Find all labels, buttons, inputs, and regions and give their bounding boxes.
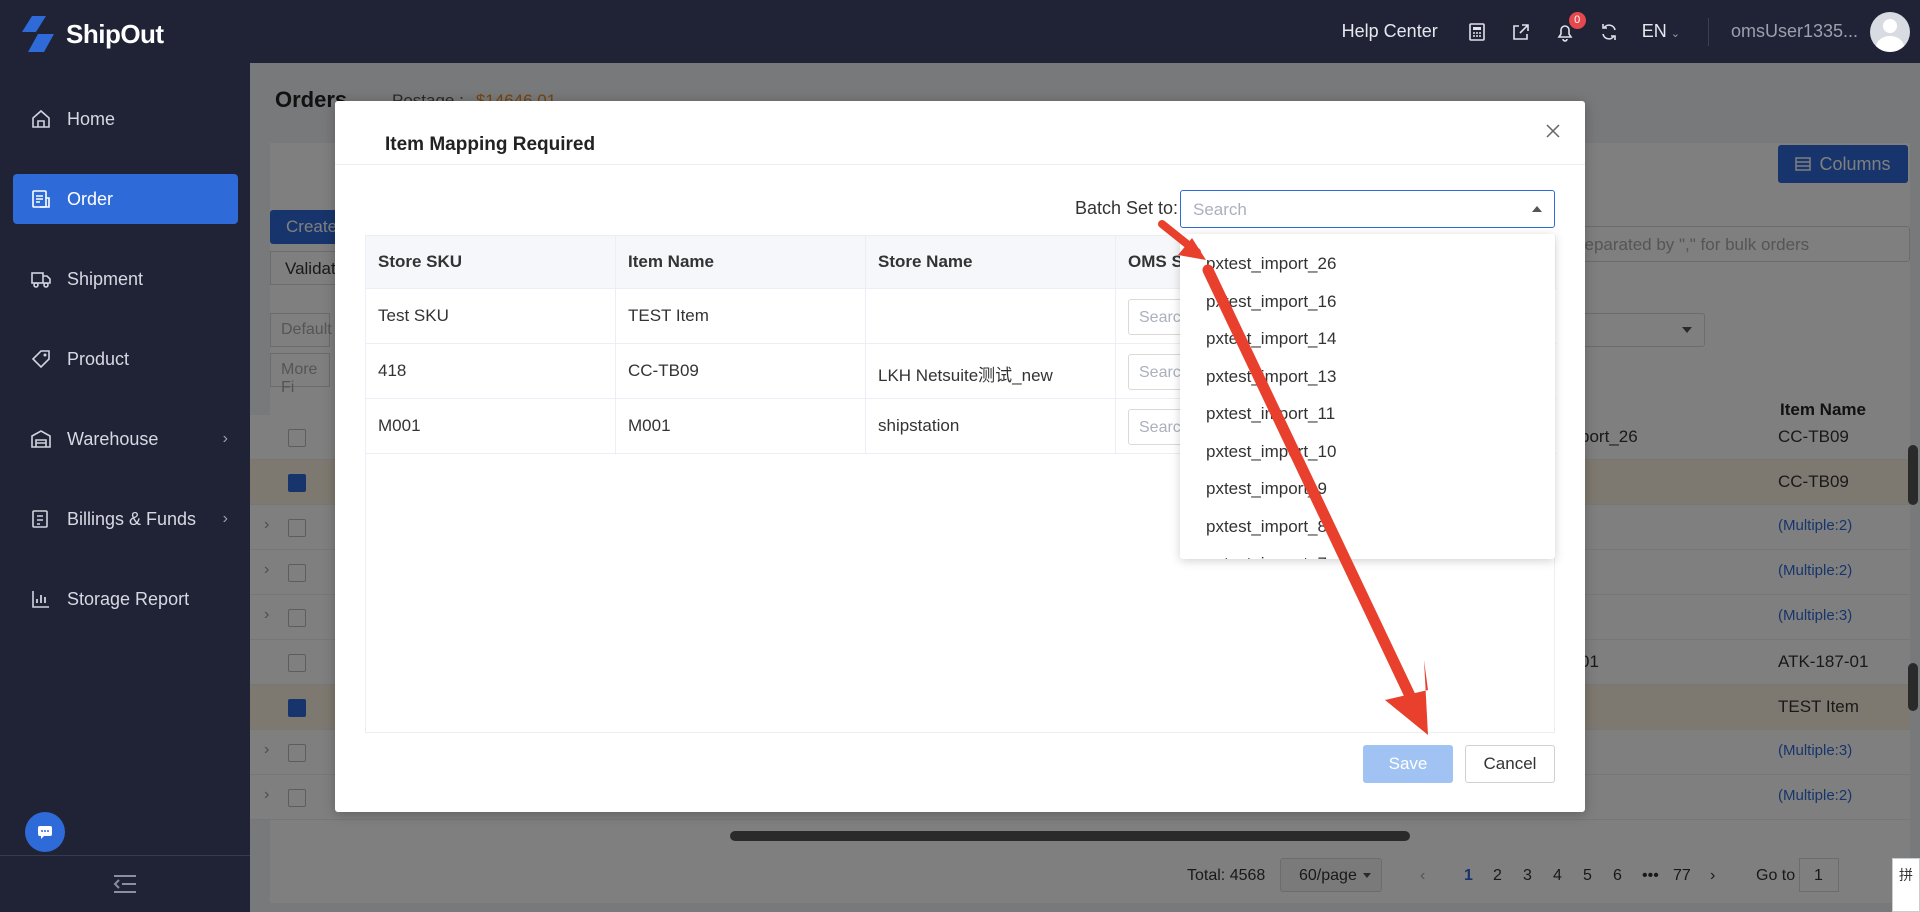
ime-indicator: 拼 (1892, 858, 1920, 912)
cell-item-name: CC-TB09 (616, 344, 866, 399)
user-name[interactable]: omsUser1335... (1731, 21, 1858, 42)
ime-glyph: 拼 (1899, 867, 1913, 883)
close-button[interactable] (1541, 119, 1565, 143)
refresh-icon[interactable] (1598, 21, 1620, 43)
column-header-store-sku: Store SKU (366, 236, 616, 289)
dropdown-option[interactable]: pxtest_import_9 (1206, 479, 1327, 499)
chevron-right-icon: › (222, 430, 228, 447)
sidebar: Home Order Shipment Product Warehouse › … (0, 63, 250, 912)
tag-icon (29, 347, 53, 371)
batch-set-select[interactable]: Search (1180, 190, 1555, 228)
chart-icon (29, 587, 53, 611)
export-icon[interactable] (1510, 21, 1532, 43)
sidebar-item-product[interactable]: Product (13, 334, 238, 384)
sidebar-item-label: Product (67, 348, 130, 369)
top-bar: ShipOut Help Center 0 EN ⌄ omsUser1335... (0, 0, 1920, 63)
billing-icon (29, 507, 53, 531)
cancel-button[interactable]: Cancel (1465, 745, 1555, 783)
dropdown-option[interactable]: pxtest_import_16 (1206, 292, 1336, 312)
chat-icon (38, 826, 52, 839)
sidebar-item-label: Order (67, 188, 114, 209)
cell-store-sku: M001 (366, 399, 616, 454)
batch-set-placeholder: Search (1193, 200, 1247, 219)
cell-store-name: shipstation (866, 399, 1116, 454)
batch-set-label: Batch Set to: (1075, 198, 1179, 218)
cell-item-name: TEST Item (616, 289, 866, 344)
chat-button[interactable] (25, 812, 65, 852)
collapse-menu-icon (113, 875, 136, 893)
chevron-down-icon: ⌄ (1670, 28, 1680, 40)
collapse-sidebar-button[interactable] (0, 855, 250, 912)
divider (335, 164, 1585, 165)
bell-icon[interactable]: 0 (1554, 11, 1586, 43)
language-label: EN (1641, 21, 1667, 41)
divider (1707, 17, 1709, 46)
dropdown-option[interactable]: pxtest_import_13 (1206, 367, 1336, 387)
dropdown-option[interactable]: pxtest_import_10 (1206, 442, 1336, 462)
warehouse-icon (29, 427, 53, 451)
calculator-icon[interactable] (1466, 21, 1488, 43)
dropdown-option[interactable]: pxtest_import_11 (1206, 404, 1335, 424)
help-center-link[interactable]: Help Center (1342, 21, 1438, 42)
sidebar-item-label: Warehouse (67, 428, 159, 449)
sidebar-item-warehouse[interactable]: Warehouse › (13, 414, 238, 464)
notification-badge: 0 (1568, 11, 1586, 29)
sidebar-item-label: Billings & Funds (67, 508, 197, 529)
sidebar-item-home[interactable]: Home (13, 94, 238, 144)
batch-set-dropdown: pxtest_import_26 pxtest_import_16 pxtest_i… (1180, 234, 1555, 559)
chevron-up-icon (1532, 206, 1542, 212)
shipout-logo-icon (22, 16, 54, 52)
language-selector[interactable]: EN ⌄ (1642, 21, 1680, 42)
modal-title: Item Mapping Required (385, 134, 596, 155)
cell-store-name (866, 289, 1116, 344)
avatar[interactable] (1870, 11, 1910, 52)
close-icon (1546, 124, 1560, 138)
sidebar-item-shipment[interactable]: Shipment (13, 254, 238, 304)
cell-store-sku: 418 (366, 344, 616, 399)
home-icon (29, 107, 53, 131)
dropdown-option[interactable]: pxtest_import_14 (1206, 329, 1336, 349)
dropdown-option[interactable]: pxtest_import_8 (1206, 517, 1327, 537)
dropdown-option[interactable]: pxtest_import_26 (1206, 254, 1336, 274)
sidebar-item-label: Home (67, 108, 116, 129)
cell-store-name: LKH Netsuite测试_new (866, 344, 1116, 399)
column-header-item-name: Item Name (616, 236, 866, 289)
sidebar-item-label: Shipment (67, 268, 144, 289)
logo-text: ShipOut (66, 18, 164, 49)
sidebar-item-billings[interactable]: Billings & Funds › (13, 494, 238, 544)
sidebar-item-storage-report[interactable]: Storage Report (13, 574, 238, 624)
save-button[interactable]: Save (1363, 745, 1453, 783)
sidebar-item-label: Storage Report (67, 588, 190, 609)
sidebar-item-order[interactable]: Order (13, 174, 238, 224)
truck-icon (29, 267, 53, 291)
column-header-store-name: Store Name (866, 236, 1116, 289)
dropdown-option[interactable]: pxtest_import_7 (1206, 554, 1327, 559)
cell-item-name: M001 (616, 399, 866, 454)
cell-store-sku: Test SKU (366, 289, 616, 344)
logo[interactable]: ShipOut (22, 14, 164, 54)
order-icon (29, 187, 53, 211)
chevron-right-icon: › (222, 510, 228, 527)
